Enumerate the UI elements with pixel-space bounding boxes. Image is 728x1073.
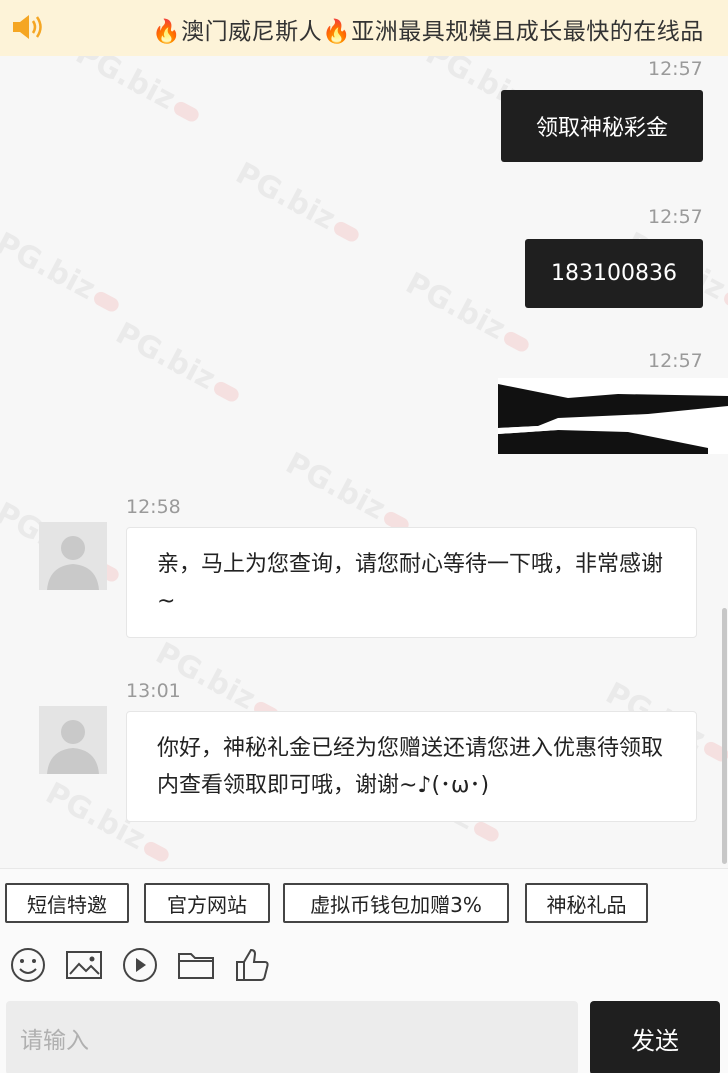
scrollbar[interactable] bbox=[722, 608, 727, 864]
redacted-image bbox=[498, 384, 728, 454]
outgoing-message[interactable]: 183100836 bbox=[525, 239, 703, 308]
message-time: 12:57 bbox=[648, 58, 703, 80]
image-icon[interactable] bbox=[64, 945, 104, 985]
message-input[interactable]: 请输入 bbox=[6, 1001, 578, 1073]
emoji-icon[interactable] bbox=[8, 945, 48, 985]
marquee-banner: 🔥澳门威尼斯人🔥亚洲最具规模且成长最快的在线品 bbox=[0, 0, 728, 56]
chat-area[interactable]: PG.biz PG.biz PG.biz PG.biz PG.biz PG.bi… bbox=[0, 56, 728, 868]
watermark: PG.biz bbox=[110, 316, 248, 411]
speaker-icon bbox=[13, 15, 42, 39]
agent-avatar bbox=[39, 522, 107, 590]
watermark: PG.biz bbox=[70, 56, 208, 131]
bottom-panel: 短信特邀 官方网站 虚拟币钱包加赠3% 神秘礼品 请输入 发送 bbox=[0, 868, 728, 1073]
quick-reply-official-site[interactable]: 官方网站 bbox=[144, 883, 270, 923]
marquee-text: 🔥澳门威尼斯人🔥亚洲最具规模且成长最快的在线品 bbox=[152, 19, 704, 45]
message-time: 12:58 bbox=[126, 496, 181, 518]
incoming-message[interactable]: 亲，马上为您查询，请您耐心等待一下哦，非常感谢~ bbox=[126, 527, 697, 638]
thumbs-up-icon[interactable] bbox=[232, 945, 272, 985]
message-time: 12:57 bbox=[648, 350, 703, 372]
outgoing-message[interactable]: 领取神秘彩金 bbox=[501, 90, 703, 162]
quick-reply-crypto-wallet[interactable]: 虚拟币钱包加赠3% bbox=[283, 883, 509, 923]
quick-reply-sms-invite[interactable]: 短信特邀 bbox=[5, 883, 129, 923]
incoming-message[interactable]: 你好，神秘礼金已经为您赠送还请您进入优惠待领取 内查看领取即可哦，谢谢~♪(･ω… bbox=[126, 711, 697, 822]
quick-reply-mystery-gift[interactable]: 神秘礼品 bbox=[525, 883, 648, 923]
message-time: 12:57 bbox=[648, 206, 703, 228]
outgoing-image-redacted[interactable] bbox=[498, 378, 728, 454]
agent-avatar bbox=[39, 706, 107, 774]
folder-icon[interactable] bbox=[176, 945, 216, 985]
send-button[interactable]: 发送 bbox=[590, 1001, 720, 1073]
watermark: PG.biz bbox=[400, 266, 538, 361]
video-icon[interactable] bbox=[120, 945, 160, 985]
watermark: PG.biz bbox=[0, 226, 127, 321]
watermark: PG.biz bbox=[230, 156, 368, 251]
message-time: 13:01 bbox=[126, 680, 181, 702]
